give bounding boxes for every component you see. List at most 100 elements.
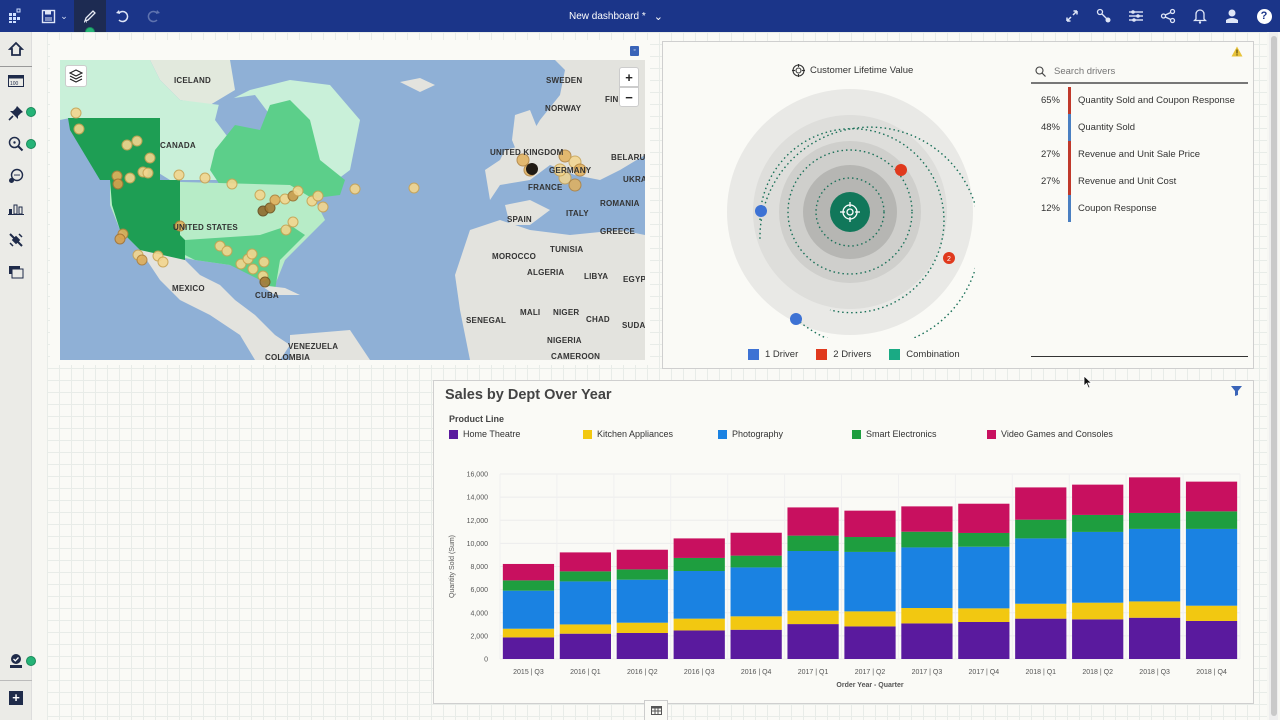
bar-segment[interactable] [559,552,611,572]
bar-segment[interactable] [673,571,725,619]
bar-segment[interactable] [958,546,1010,609]
map-pin-info-icon[interactable]: ◦ [630,46,639,56]
bar-segment[interactable] [1072,484,1124,515]
bar-segment[interactable] [730,629,782,659]
visualizations-icon[interactable] [6,198,26,218]
bar-segment[interactable] [958,503,1010,533]
bar-segment[interactable] [559,581,611,625]
data-sources-icon[interactable] [6,230,26,250]
pages-icon[interactable] [6,262,26,282]
driver-spiral-chart[interactable]: 2 [725,88,975,338]
chart-legend-item[interactable]: Video Games and Consoles [987,429,1113,439]
bar-segment[interactable] [787,507,839,536]
bar-segment[interactable] [730,567,782,617]
add-icon[interactable]: + [6,688,26,708]
bar-segment[interactable] [1015,538,1067,604]
save-options-chevron-icon[interactable]: ⌄ [58,0,70,32]
bar-segment[interactable] [616,549,668,570]
chart-legend-item[interactable]: Smart Electronics [852,429,937,439]
help-icon[interactable]: ? [1254,0,1274,32]
filter-sliders-icon[interactable] [1126,0,1146,32]
certified-icon[interactable] [6,651,26,671]
bar-segment[interactable] [1072,514,1124,532]
bar-segment[interactable] [1072,602,1124,620]
bar-segment[interactable] [787,535,839,552]
apps-icon[interactable] [4,0,28,32]
scrollbar-thumb[interactable] [1271,36,1277,716]
bar-segment[interactable] [502,637,555,659]
bar-segment[interactable] [730,555,782,568]
bar-segment[interactable] [616,579,668,623]
bar-segment[interactable] [559,624,611,634]
bar-segment[interactable] [1129,512,1181,529]
bar-segment[interactable] [1015,603,1067,619]
driver-list-item[interactable]: 48% Quantity Sold [1030,113,1135,141]
bar-segment[interactable] [958,608,1010,622]
bar-segment[interactable] [844,510,896,538]
bar-segment[interactable] [1072,619,1124,659]
pin-icon[interactable] [6,103,26,123]
driver-list-item[interactable]: 27% Revenue and Unit Sale Price [1030,140,1200,168]
widgets-icon[interactable]: 100 [6,71,26,91]
bar-segment[interactable] [616,569,668,580]
data-table-toggle[interactable] [644,700,668,720]
bar-segment[interactable] [502,580,555,591]
bar-segment[interactable] [901,623,953,659]
bar-segment[interactable] [787,610,839,625]
bar-segment[interactable] [844,626,896,659]
bar-segment[interactable] [1015,519,1067,539]
bar-segment[interactable] [787,551,839,611]
fullscreen-icon[interactable] [1062,0,1082,32]
driver-list-item[interactable]: 12% Coupon Response [1030,194,1157,222]
legend-1-driver[interactable]: 1 Driver [748,349,798,360]
bar-segment[interactable] [616,622,668,633]
bar-segment[interactable] [559,571,611,582]
bar-segment[interactable] [673,538,725,558]
bar-segment[interactable] [901,506,953,532]
chart-legend-item[interactable]: Kitchen Appliances [583,429,673,439]
bar-segment[interactable] [673,630,725,659]
map-layers-button[interactable] [65,65,87,87]
bar-segment[interactable] [730,616,782,630]
driver-search-field[interactable] [1031,60,1248,84]
bar-segment[interactable] [1129,601,1181,618]
bar-segment[interactable] [1185,528,1238,606]
user-icon[interactable] [1222,0,1242,32]
map-zoom-out-button[interactable]: − [619,87,639,107]
bar-segment[interactable] [673,618,725,631]
bar-segment[interactable] [1129,477,1181,513]
bar-segment[interactable] [901,531,953,548]
bar-segment[interactable] [901,547,953,609]
bar-segment[interactable] [502,628,555,638]
assistant-chat-icon[interactable] [6,166,26,186]
bar-segment[interactable] [1185,481,1238,512]
bar-segment[interactable] [1185,620,1238,659]
connect-icon[interactable] [1094,0,1114,32]
bar-segment[interactable] [1015,618,1067,659]
bar-segment[interactable] [673,557,725,572]
bar-segment[interactable] [730,532,782,556]
bar-segment[interactable] [1072,531,1124,603]
bar-segment[interactable] [1129,528,1181,602]
legend-combination[interactable]: Combination [889,349,960,360]
search-explore-icon[interactable] [6,134,26,154]
bar-segment[interactable] [502,563,555,581]
bar-segment[interactable] [844,551,896,612]
filter-funnel-icon[interactable] [1231,383,1242,401]
driver-list-item[interactable]: 27% Revenue and Unit Cost [1030,167,1176,195]
notifications-bell-icon[interactable] [1190,0,1210,32]
undo-icon[interactable] [112,0,134,32]
dashboard-title-menu[interactable]: New dashboard * ⌄ [569,0,663,32]
bar-segment[interactable] [502,590,555,629]
chart-legend-item[interactable]: Home Theatre [449,429,520,439]
bar-segment[interactable] [559,633,611,659]
bar-segment[interactable] [844,537,896,552]
bar-segment[interactable] [958,622,1010,659]
bar-segment[interactable] [1185,511,1238,529]
bar-segment[interactable] [1129,617,1181,659]
bar-segment[interactable] [1185,605,1238,621]
driver-search-input[interactable] [1054,65,1234,77]
bar-segment[interactable] [787,624,839,659]
bar-segment[interactable] [958,532,1010,547]
driver-list-item[interactable]: 65% Quantity Sold and Coupon Response [1030,86,1235,114]
